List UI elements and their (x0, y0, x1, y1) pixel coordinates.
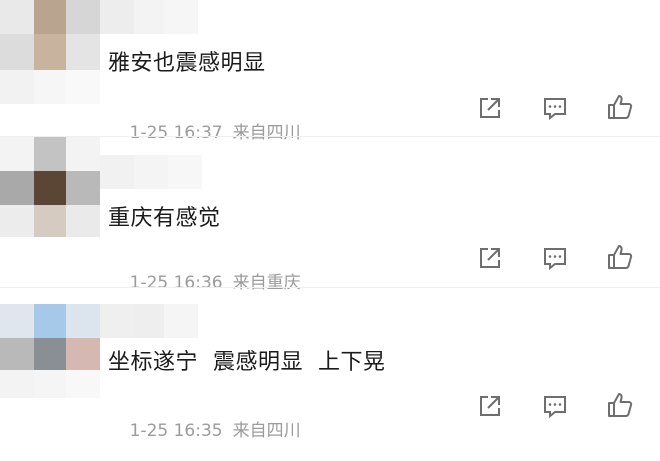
comment-item: 坐标遂宁 震感明显 上下晃 1-25 16:35 来自四川 (0, 288, 660, 441)
comment-icon[interactable] (541, 94, 569, 122)
comment-icon[interactable] (541, 392, 569, 420)
avatar[interactable] (0, 288, 200, 398)
comment-location: 来自四川 (232, 421, 301, 441)
share-icon[interactable] (476, 94, 504, 122)
share-icon[interactable] (476, 244, 504, 272)
comment-item: 重庆有感觉 1-25 16:36 来自重庆 (0, 137, 660, 293)
comment-time: 1-25 16:35 (129, 421, 223, 441)
comment-icon[interactable] (541, 244, 569, 272)
comment-text: 坐标遂宁 震感明显 上下晃 (108, 350, 386, 375)
comment-text: 重庆有感觉 (108, 206, 221, 231)
comment-text: 雅安也震感明显 (108, 51, 266, 76)
like-icon[interactable] (606, 391, 634, 419)
comment-item: 雅安也震感明显 1-25 16:37 来自四川 (0, 0, 660, 143)
share-icon[interactable] (476, 392, 504, 420)
like-icon[interactable] (606, 93, 634, 121)
like-icon[interactable] (606, 243, 634, 271)
